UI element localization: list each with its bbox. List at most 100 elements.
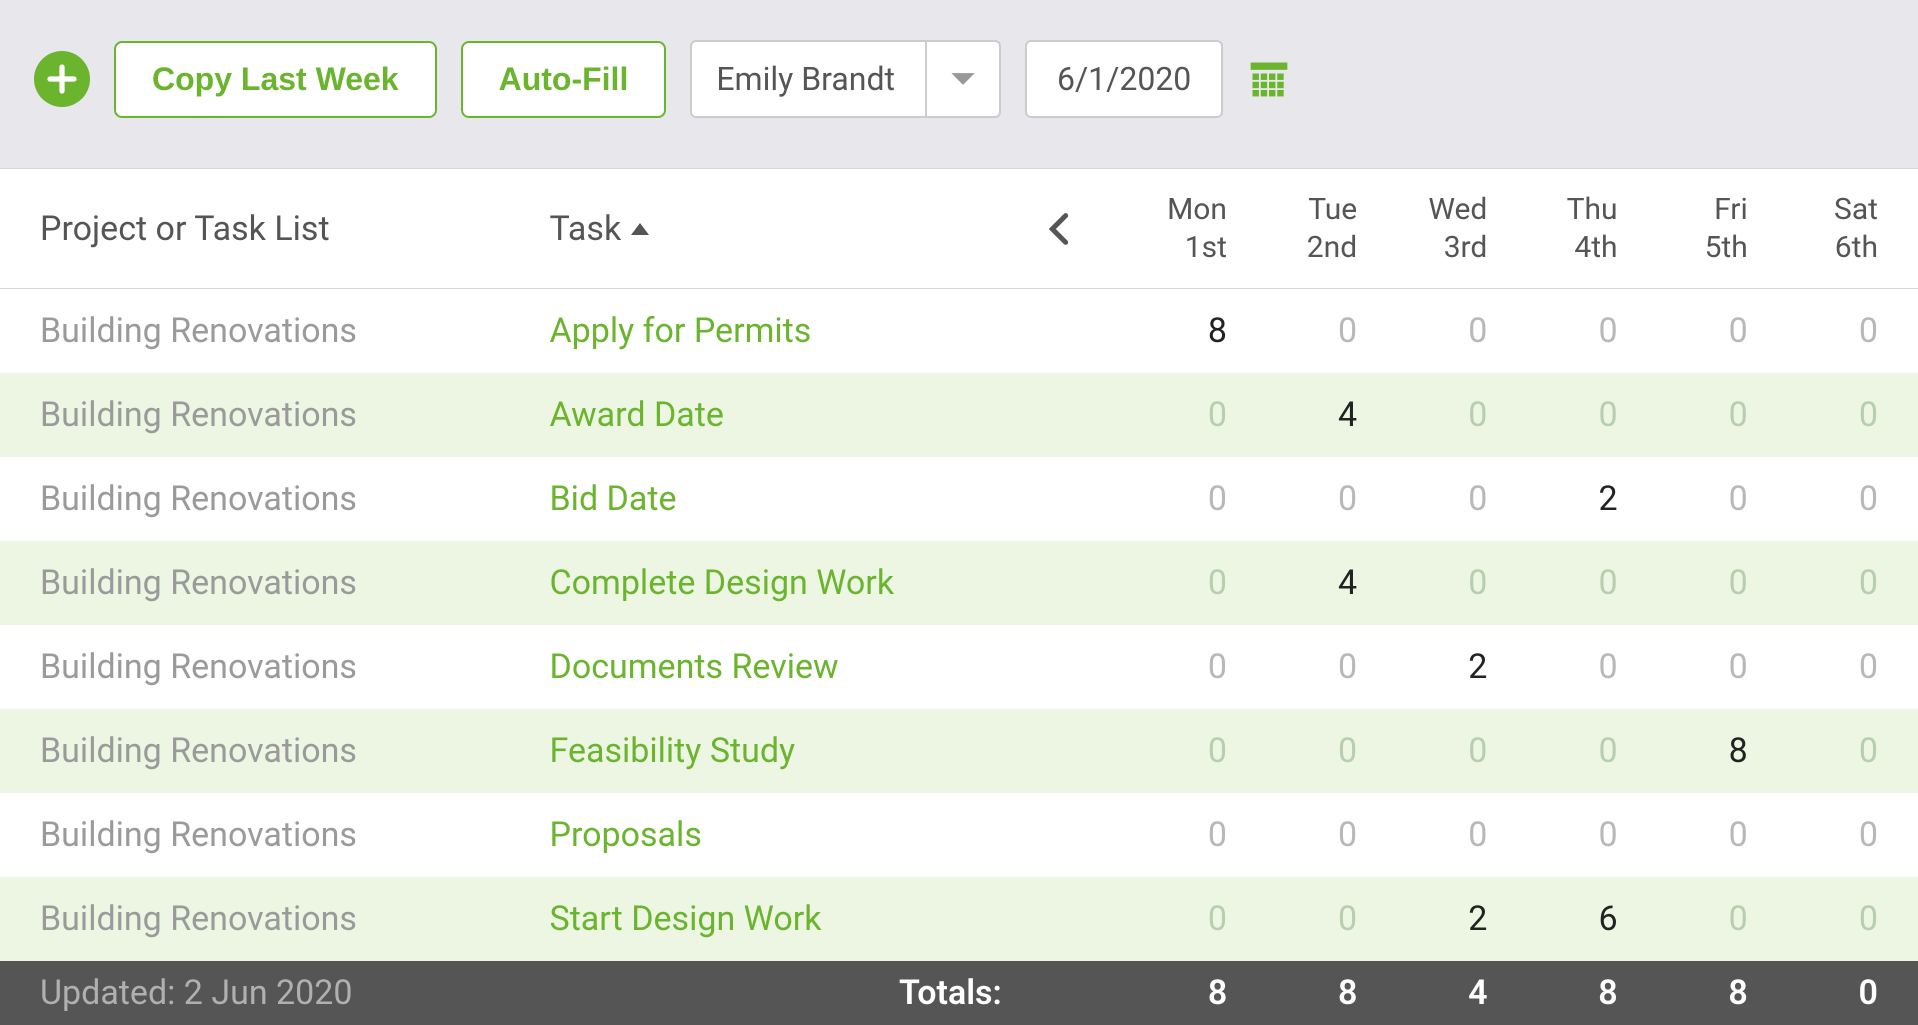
hours-cell[interactable]: 0 xyxy=(1748,731,1878,771)
hours-cell[interactable]: 0 xyxy=(1227,647,1357,687)
hours-cell[interactable]: 0 xyxy=(1618,647,1748,687)
hours-cell[interactable]: 0 xyxy=(1487,395,1617,435)
hours-cell[interactable]: 0 xyxy=(1357,731,1487,771)
task-cell[interactable]: Feasibility Study xyxy=(550,731,1022,771)
hours-cell[interactable]: 2 xyxy=(1357,647,1487,687)
day-header: Thu4th xyxy=(1487,191,1617,266)
chevron-down-icon xyxy=(949,70,977,88)
project-cell: Building Renovations xyxy=(40,731,550,771)
hours-cell[interactable]: 6 xyxy=(1487,899,1617,939)
table-row: Building RenovationsBid Date000200 xyxy=(0,457,1918,541)
hours-cell[interactable]: 0 xyxy=(1748,563,1878,603)
day-header: Tue2nd xyxy=(1227,191,1357,266)
task-cell[interactable]: Apply for Permits xyxy=(550,311,1022,351)
day-header: Mon1st xyxy=(1097,191,1227,266)
total-value: 8 xyxy=(1097,973,1227,1013)
hours-cell[interactable]: 0 xyxy=(1097,395,1227,435)
table-row: Building RenovationsStart Design Work002… xyxy=(0,877,1918,961)
hours-cell[interactable]: 0 xyxy=(1097,563,1227,603)
copy-last-week-button[interactable]: Copy Last Week xyxy=(114,41,437,118)
date-input[interactable]: 6/1/2020 xyxy=(1025,40,1223,118)
user-select-dropdown[interactable] xyxy=(925,42,999,116)
hours-cell[interactable]: 0 xyxy=(1748,815,1878,855)
chevron-left-icon xyxy=(1049,212,1069,246)
hours-cell[interactable]: 0 xyxy=(1748,647,1878,687)
hours-cell[interactable]: 0 xyxy=(1487,731,1617,771)
hours-cell[interactable]: 0 xyxy=(1618,815,1748,855)
hours-cell[interactable]: 0 xyxy=(1097,647,1227,687)
total-value: 0 xyxy=(1748,973,1878,1013)
day-header: Wed3rd xyxy=(1357,191,1487,266)
hours-cell[interactable]: 0 xyxy=(1487,563,1617,603)
hours-cell[interactable]: 8 xyxy=(1097,311,1227,351)
totals-label: Totals: xyxy=(549,973,1022,1013)
project-cell: Building Renovations xyxy=(40,311,550,351)
hours-cell[interactable]: 0 xyxy=(1618,395,1748,435)
column-header-project[interactable]: Project or Task List xyxy=(40,209,550,249)
hours-cell[interactable]: 0 xyxy=(1227,479,1357,519)
project-cell: Building Renovations xyxy=(40,563,550,603)
table-row: Building RenovationsProposals000000 xyxy=(0,793,1918,877)
hours-cell[interactable]: 0 xyxy=(1097,731,1227,771)
hours-cell[interactable]: 2 xyxy=(1357,899,1487,939)
column-header-task[interactable]: Task xyxy=(550,209,1022,249)
hours-cell[interactable]: 4 xyxy=(1227,395,1357,435)
add-button[interactable] xyxy=(34,51,90,107)
hours-cell[interactable]: 0 xyxy=(1357,479,1487,519)
user-select-value: Emily Brandt xyxy=(692,42,925,116)
hours-cell[interactable]: 0 xyxy=(1097,479,1227,519)
hours-cell[interactable]: 0 xyxy=(1357,563,1487,603)
table-row: Building RenovationsFeasibility Study000… xyxy=(0,709,1918,793)
task-cell[interactable]: Complete Design Work xyxy=(550,563,1022,603)
day-header: Sat6th xyxy=(1748,191,1878,266)
hours-cell[interactable]: 0 xyxy=(1618,479,1748,519)
footer-bar: Updated: 2 Jun 2020 Totals: 8 8 4 8 8 0 xyxy=(0,961,1918,1025)
task-cell[interactable]: Start Design Work xyxy=(550,899,1022,939)
auto-fill-button[interactable]: Auto-Fill xyxy=(461,41,667,118)
task-cell[interactable]: Proposals xyxy=(550,815,1022,855)
task-cell[interactable]: Bid Date xyxy=(550,479,1022,519)
hours-cell[interactable]: 0 xyxy=(1748,479,1878,519)
hours-cell[interactable]: 0 xyxy=(1097,899,1227,939)
day-header: Fri5th xyxy=(1618,191,1748,266)
hours-cell[interactable]: 0 xyxy=(1487,311,1617,351)
plus-icon xyxy=(44,61,80,97)
timesheet-table: Project or Task List Task Mon1st Tue2nd … xyxy=(0,168,1918,961)
hours-cell[interactable]: 0 xyxy=(1748,899,1878,939)
user-select[interactable]: Emily Brandt xyxy=(690,40,1001,118)
hours-cell[interactable]: 2 xyxy=(1487,479,1617,519)
hours-cell[interactable]: 0 xyxy=(1618,563,1748,603)
total-value: 8 xyxy=(1227,973,1357,1013)
hours-cell[interactable]: 0 xyxy=(1748,311,1878,351)
hours-cell[interactable]: 0 xyxy=(1357,311,1487,351)
hours-cell[interactable]: 0 xyxy=(1227,815,1357,855)
hours-cell[interactable]: 8 xyxy=(1618,731,1748,771)
hours-cell[interactable]: 0 xyxy=(1618,899,1748,939)
task-cell[interactable]: Award Date xyxy=(550,395,1022,435)
total-value: 8 xyxy=(1618,973,1748,1013)
project-cell: Building Renovations xyxy=(40,647,550,687)
previous-week-button[interactable] xyxy=(1021,212,1096,246)
total-value: 8 xyxy=(1488,973,1618,1013)
hours-cell[interactable]: 0 xyxy=(1227,899,1357,939)
table-row: Building RenovationsAward Date040000 xyxy=(0,373,1918,457)
hours-cell[interactable]: 0 xyxy=(1227,731,1357,771)
total-value: 4 xyxy=(1357,973,1487,1013)
project-cell: Building Renovations xyxy=(40,479,550,519)
table-row: Building RenovationsComplete Design Work… xyxy=(0,541,1918,625)
hours-cell[interactable]: 0 xyxy=(1487,815,1617,855)
calendar-icon xyxy=(1247,57,1291,101)
hours-cell[interactable]: 0 xyxy=(1748,395,1878,435)
project-cell: Building Renovations xyxy=(40,395,550,435)
hours-cell[interactable]: 0 xyxy=(1357,395,1487,435)
updated-label: Updated: 2 Jun 2020 xyxy=(40,973,549,1013)
hours-cell[interactable]: 0 xyxy=(1618,311,1748,351)
hours-cell[interactable]: 0 xyxy=(1487,647,1617,687)
hours-cell[interactable]: 4 xyxy=(1227,563,1357,603)
task-cell[interactable]: Documents Review xyxy=(550,647,1022,687)
hours-cell[interactable]: 0 xyxy=(1097,815,1227,855)
calendar-button[interactable] xyxy=(1247,57,1291,101)
hours-cell[interactable]: 0 xyxy=(1227,311,1357,351)
toolbar: Copy Last Week Auto-Fill Emily Brandt 6/… xyxy=(0,0,1918,168)
hours-cell[interactable]: 0 xyxy=(1357,815,1487,855)
